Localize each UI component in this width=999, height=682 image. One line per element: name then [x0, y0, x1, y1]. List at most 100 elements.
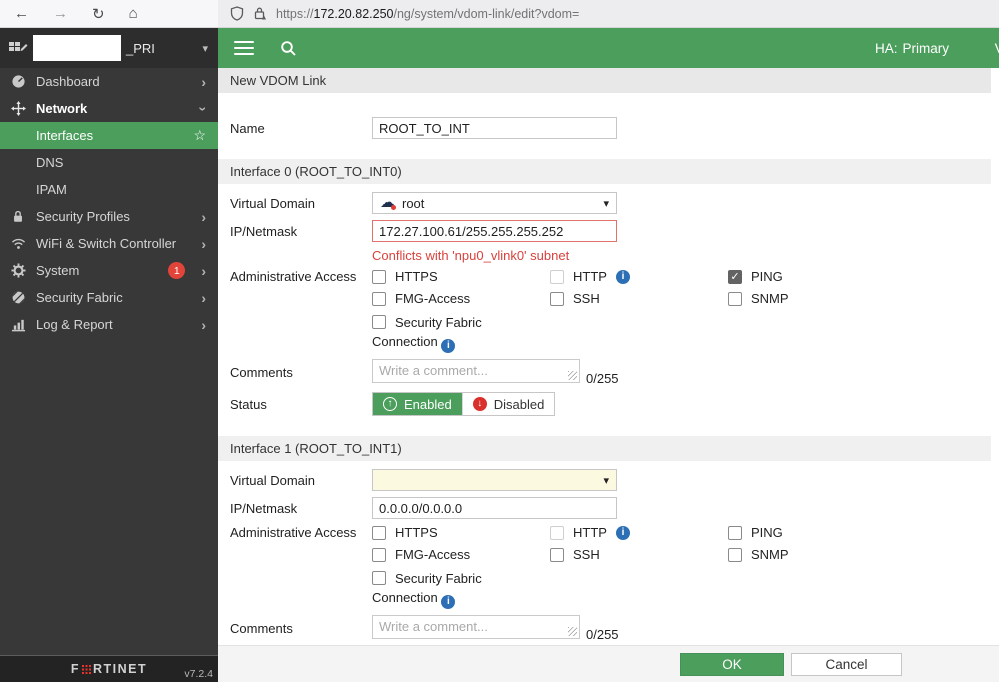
move-arrows-icon — [10, 101, 26, 116]
favorite-star-icon[interactable]: ☆ — [193, 127, 206, 144]
tracking-shield-icon[interactable] — [230, 6, 244, 21]
interface0-ssh-checkbox-item[interactable]: SSH — [550, 291, 728, 306]
interface0-ip-row: IP/Netmask — [218, 220, 999, 242]
sidebar-item-network[interactable]: Network › — [0, 95, 218, 122]
interface0-status-toggle: ↑ Enabled ↓ Disabled — [372, 392, 556, 416]
interface0-comments-row: Comments 0/255 — [218, 359, 999, 386]
sidebar-footer: F RTINET v7.2.4 — [0, 655, 218, 682]
interface0-http-checkbox-item[interactable]: HTTP i — [550, 269, 728, 284]
info-icon[interactable]: i — [441, 339, 456, 353]
firmware-version: v7.2.4 — [184, 668, 213, 680]
interface0-fabric-checkbox-item[interactable]: Security Fabric Connection i — [372, 313, 522, 353]
home-icon[interactable]: ⌂ — [129, 5, 138, 22]
sidebar-item-wifi-switch-controller[interactable]: WiFi & Switch Controller › — [0, 230, 218, 257]
sidebar-nav: Dashboard › Network › Interfaces ☆ DNS I… — [0, 68, 218, 338]
info-icon[interactable]: i — [615, 269, 630, 284]
lock-warning-icon[interactable] — [253, 6, 267, 21]
chevron-right-icon: › — [201, 208, 206, 225]
info-icon[interactable]: i — [441, 595, 456, 609]
interface0-vdom-row: Virtual Domain ☁ root ▾ — [218, 192, 999, 214]
interface0-comments-input[interactable] — [372, 359, 580, 383]
interface0-fmg-checkbox-item[interactable]: FMG-Access — [372, 291, 550, 306]
interface1-ip-netmask-input[interactable] — [372, 497, 617, 519]
interface1-section-header: Interface 1 (ROOT_TO_INT1) — [218, 436, 991, 461]
chevron-right-icon: › — [201, 316, 206, 333]
address-bar[interactable]: https://172.20.82.250/ng/system/vdom-lin… — [218, 0, 999, 27]
interface0-subnet-conflict-error: Conflicts with 'npu0_vlink0' subnet — [372, 248, 570, 263]
caret-down-icon: ▾ — [603, 197, 609, 210]
interface1-vdom-row: Virtual Domain ▾ — [218, 469, 999, 491]
security-fabric-connection-checkbox[interactable] — [372, 315, 386, 329]
interface1-ping-checkbox-item[interactable]: PING — [728, 525, 906, 540]
resize-handle-icon[interactable] — [568, 627, 577, 636]
notification-badge: 1 — [168, 262, 186, 279]
sidebar-item-ipam[interactable]: IPAM — [0, 176, 218, 203]
https-checkbox[interactable] — [372, 525, 386, 540]
chevron-right-icon: › — [201, 235, 206, 252]
search-icon[interactable] — [280, 40, 297, 57]
fmg-access-checkbox[interactable] — [372, 291, 386, 306]
interface0-ping-checkbox-item[interactable]: ✓ PING — [728, 269, 906, 284]
app-header: HA:Primary V — [218, 28, 999, 68]
interface1-https-checkbox-item[interactable]: HTTPS — [372, 525, 550, 540]
interface0-comments-counter: 0/255 — [586, 371, 619, 386]
name-input[interactable] — [372, 117, 617, 139]
sidebar-item-security-profiles[interactable]: Security Profiles › — [0, 203, 218, 230]
disabled-down-arrow-icon: ↓ — [472, 397, 487, 411]
browser-toolbar: ← → ↻ ⌂ https://172.20.82.250/ng/system/… — [0, 0, 999, 28]
enabled-up-arrow-icon: ↑ — [383, 397, 397, 411]
vdom-cloud-icon: ☁ — [380, 194, 396, 211]
interface0-snmp-checkbox-item[interactable]: SNMP — [728, 291, 906, 306]
fortinet-logo-dots-icon — [82, 664, 91, 674]
interface1-fmg-checkbox-item[interactable]: FMG-Access — [372, 547, 550, 562]
interface1-ssh-checkbox-item[interactable]: SSH — [550, 547, 728, 562]
hamburger-menu-icon[interactable] — [234, 40, 254, 56]
sidebar-item-log-report[interactable]: Log & Report › — [0, 311, 218, 338]
ssh-checkbox[interactable] — [550, 547, 564, 562]
reload-icon[interactable]: ↻ — [92, 5, 105, 23]
status-enabled-button[interactable]: ↑ Enabled — [373, 393, 462, 415]
interface0-ip-netmask-input[interactable] — [372, 220, 617, 242]
fmg-access-checkbox[interactable] — [372, 547, 386, 562]
lock-icon — [10, 209, 26, 224]
interface0-virtual-domain-select[interactable]: ☁ root ▾ — [372, 192, 617, 214]
interface1-comments-input[interactable] — [372, 615, 580, 639]
sidebar-item-security-fabric[interactable]: Security Fabric › — [0, 284, 218, 311]
snmp-checkbox[interactable] — [728, 547, 742, 562]
status-disabled-button[interactable]: ↓ Disabled — [461, 393, 555, 415]
forward-icon[interactable]: → — [53, 5, 68, 22]
sidebar-item-dns[interactable]: DNS — [0, 149, 218, 176]
sidebar-item-system[interactable]: System 1 › — [0, 257, 218, 284]
http-checkbox[interactable] — [550, 269, 564, 284]
sidebar-item-interfaces[interactable]: Interfaces ☆ — [0, 122, 218, 149]
interface1-ip-row: IP/Netmask — [218, 497, 999, 519]
back-icon[interactable]: ← — [14, 5, 29, 22]
https-checkbox[interactable] — [372, 269, 386, 284]
snmp-checkbox[interactable] — [728, 291, 742, 306]
resize-handle-icon[interactable] — [568, 371, 577, 380]
fortinet-logo: F RTINET — [70, 662, 148, 676]
fabric-icon — [10, 290, 26, 305]
chevron-down-icon: › — [195, 106, 212, 111]
caret-down-icon[interactable]: ▾ — [202, 42, 208, 55]
ssh-checkbox[interactable] — [550, 291, 564, 306]
interface1-fabric-checkbox-item[interactable]: Security Fabric Connection i — [372, 569, 522, 609]
ha-status: HA: Primary — [874, 40, 949, 56]
cancel-button[interactable]: Cancel — [791, 652, 902, 676]
interface1-http-checkbox-item[interactable]: HTTP i — [550, 525, 728, 540]
ok-button[interactable]: OK — [680, 652, 784, 676]
device-selector[interactable]: _PRI ▾ — [0, 28, 218, 68]
browser-nav-icons: ← → ↻ ⌂ — [0, 5, 218, 23]
sidebar: _PRI ▾ Dashboard › Network › Interfaces … — [0, 28, 218, 682]
interface1-snmp-checkbox-item[interactable]: SNMP — [728, 547, 906, 562]
interface1-virtual-domain-select[interactable]: ▾ — [372, 469, 617, 491]
http-checkbox[interactable] — [550, 525, 564, 540]
fortigate-product-icon — [8, 40, 28, 56]
security-fabric-connection-checkbox[interactable] — [372, 571, 386, 585]
wifi-icon — [10, 237, 26, 250]
ping-checkbox[interactable] — [728, 525, 742, 540]
info-icon[interactable]: i — [615, 525, 630, 540]
interface0-https-checkbox-item[interactable]: HTTPS — [372, 269, 550, 284]
ping-checkbox[interactable]: ✓ — [728, 269, 742, 284]
sidebar-item-dashboard[interactable]: Dashboard › — [0, 68, 218, 95]
